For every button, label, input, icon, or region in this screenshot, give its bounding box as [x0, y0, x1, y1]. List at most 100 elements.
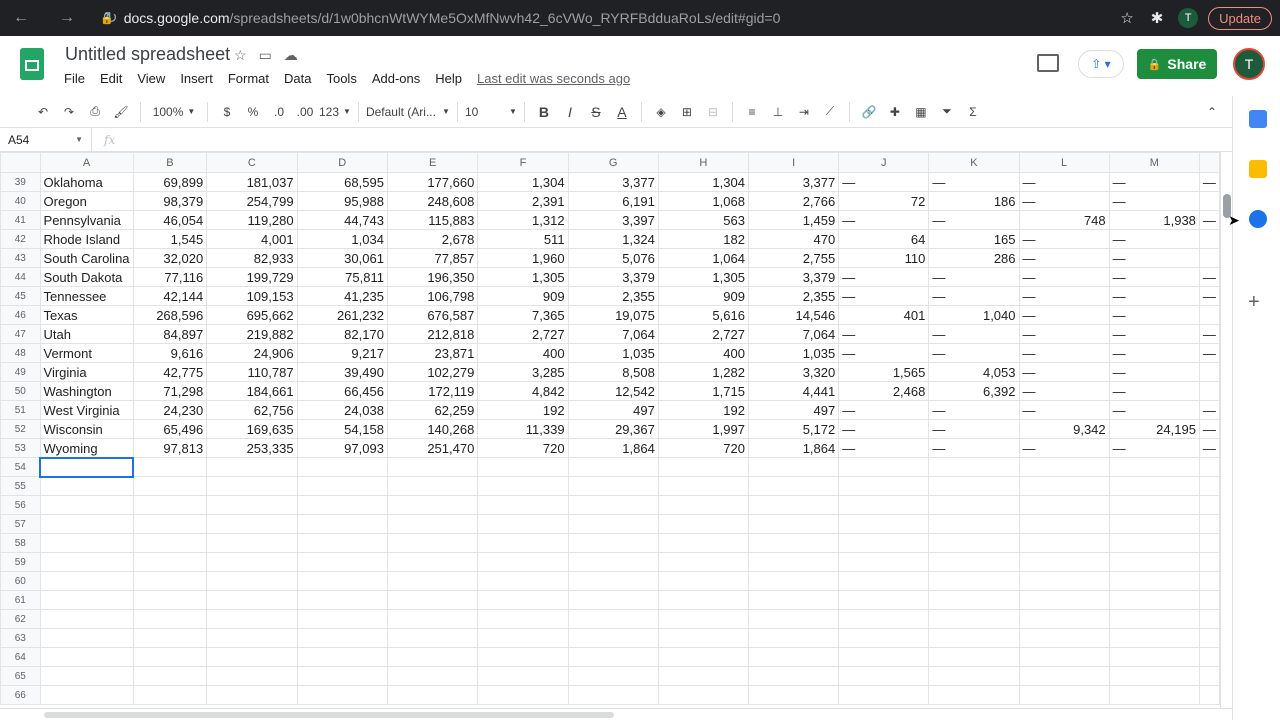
cell[interactable]: 909 — [657, 286, 749, 306]
row-header[interactable]: 58 — [0, 533, 41, 553]
row-header[interactable]: 53 — [0, 438, 41, 458]
column-header-h[interactable]: H — [657, 152, 749, 173]
cell[interactable] — [386, 666, 479, 686]
cell[interactable]: 84,897 — [132, 324, 208, 344]
cell[interactable] — [1198, 609, 1220, 629]
selected-cell[interactable] — [39, 456, 135, 478]
cell[interactable] — [477, 476, 569, 496]
cell[interactable]: 7,064 — [567, 324, 659, 344]
menu-file[interactable]: File — [64, 71, 85, 86]
insert-comment-icon[interactable]: ✚ — [883, 100, 907, 124]
cell[interactable] — [132, 457, 208, 477]
cell[interactable]: 69,899 — [132, 172, 208, 192]
cell[interactable] — [39, 495, 134, 515]
cell[interactable]: Wisconsin — [39, 419, 134, 439]
cell[interactable] — [1108, 571, 1200, 591]
cell[interactable] — [657, 590, 749, 610]
cell[interactable]: 2,766 — [747, 191, 840, 211]
cell[interactable]: 82,933 — [206, 248, 298, 268]
insert-link-icon[interactable]: 🔗 — [857, 100, 881, 124]
text-wrapping-icon[interactable]: ⇥ — [792, 100, 816, 124]
cell[interactable] — [296, 666, 388, 686]
cell[interactable]: — — [838, 400, 930, 420]
cell[interactable] — [747, 590, 840, 610]
cell[interactable] — [386, 647, 479, 667]
cell[interactable] — [1198, 647, 1220, 667]
cell[interactable] — [838, 647, 930, 667]
cell[interactable] — [747, 628, 840, 648]
cell[interactable]: — — [928, 267, 1020, 287]
cell[interactable]: 42,144 — [132, 286, 208, 306]
cell[interactable] — [1108, 495, 1200, 515]
redo-icon[interactable]: ↷ — [57, 100, 81, 124]
row-header[interactable]: 52 — [0, 419, 41, 439]
forward-icon[interactable]: → — [54, 9, 80, 27]
cell[interactable] — [132, 628, 208, 648]
cell[interactable]: 66,456 — [296, 381, 388, 401]
vertical-align-icon[interactable]: ⊥ — [766, 100, 790, 124]
cell[interactable]: 748 — [1018, 210, 1110, 230]
row-header[interactable]: 48 — [0, 343, 41, 363]
cell[interactable]: West Virginia — [39, 400, 134, 420]
cell[interactable] — [567, 495, 659, 515]
insert-chart-icon[interactable]: ▦ — [909, 100, 933, 124]
cell[interactable]: 1,715 — [657, 381, 749, 401]
cell[interactable]: 106,798 — [386, 286, 479, 306]
row-header[interactable]: 56 — [0, 495, 41, 515]
cell[interactable]: 251,470 — [386, 438, 479, 458]
cell[interactable] — [296, 571, 388, 591]
cell[interactable]: 3,377 — [567, 172, 659, 192]
menu-format[interactable]: Format — [228, 71, 269, 86]
cell[interactable] — [386, 609, 479, 629]
cell[interactable] — [296, 514, 388, 534]
cell[interactable]: — — [1198, 419, 1220, 439]
cell[interactable] — [386, 533, 479, 553]
cell[interactable]: 6,191 — [567, 191, 659, 211]
cell[interactable]: 11,339 — [477, 419, 569, 439]
cell[interactable] — [477, 685, 569, 705]
cell[interactable]: 110 — [838, 248, 930, 268]
cell[interactable]: 5,172 — [747, 419, 840, 439]
row-header[interactable]: 63 — [0, 628, 41, 648]
cell[interactable]: — — [1198, 210, 1220, 230]
cell[interactable] — [296, 533, 388, 553]
cell[interactable] — [928, 514, 1020, 534]
row-header[interactable]: 41 — [0, 210, 41, 230]
text-rotation-icon[interactable]: ⟋ — [818, 100, 842, 124]
row-header[interactable]: 47 — [0, 324, 41, 344]
update-button[interactable]: Update — [1208, 6, 1272, 30]
cell[interactable] — [1198, 305, 1220, 325]
cell[interactable] — [1198, 495, 1220, 515]
cell[interactable] — [1198, 248, 1220, 268]
cell[interactable] — [838, 495, 930, 515]
cell[interactable] — [477, 609, 569, 629]
cell[interactable] — [39, 609, 134, 629]
cell[interactable]: 2,391 — [477, 191, 569, 211]
paint-format-icon[interactable]: 🖌 — [109, 100, 133, 124]
cell[interactable] — [132, 514, 208, 534]
cell[interactable]: 4,053 — [928, 362, 1020, 382]
present-button[interactable]: ⇧ ▾ — [1078, 50, 1124, 78]
column-header-a[interactable]: A — [39, 152, 134, 173]
cell[interactable] — [1018, 476, 1110, 496]
cell[interactable]: 1,304 — [657, 172, 749, 192]
cell[interactable]: 110,787 — [206, 362, 298, 382]
cell[interactable] — [567, 552, 659, 572]
cell[interactable] — [386, 685, 479, 705]
column-header-e[interactable]: E — [386, 152, 479, 173]
cell[interactable]: 261,232 — [296, 305, 388, 325]
cell[interactable] — [1108, 590, 1200, 610]
cell[interactable] — [567, 685, 659, 705]
cell[interactable] — [206, 590, 298, 610]
cell[interactable]: 14,546 — [747, 305, 840, 325]
text-color-icon[interactable]: A — [610, 100, 634, 124]
cell[interactable] — [1018, 666, 1110, 686]
cell[interactable]: 119,280 — [206, 210, 298, 230]
cell[interactable]: 2,727 — [477, 324, 569, 344]
cell[interactable]: 192 — [657, 400, 749, 420]
star-icon[interactable]: ☆ — [234, 47, 247, 64]
cell[interactable]: 2,678 — [386, 229, 479, 249]
font-family-select[interactable]: Default (Ari... ▼ — [366, 100, 450, 124]
cell[interactable] — [1108, 609, 1200, 629]
cell[interactable]: 1,282 — [657, 362, 749, 382]
